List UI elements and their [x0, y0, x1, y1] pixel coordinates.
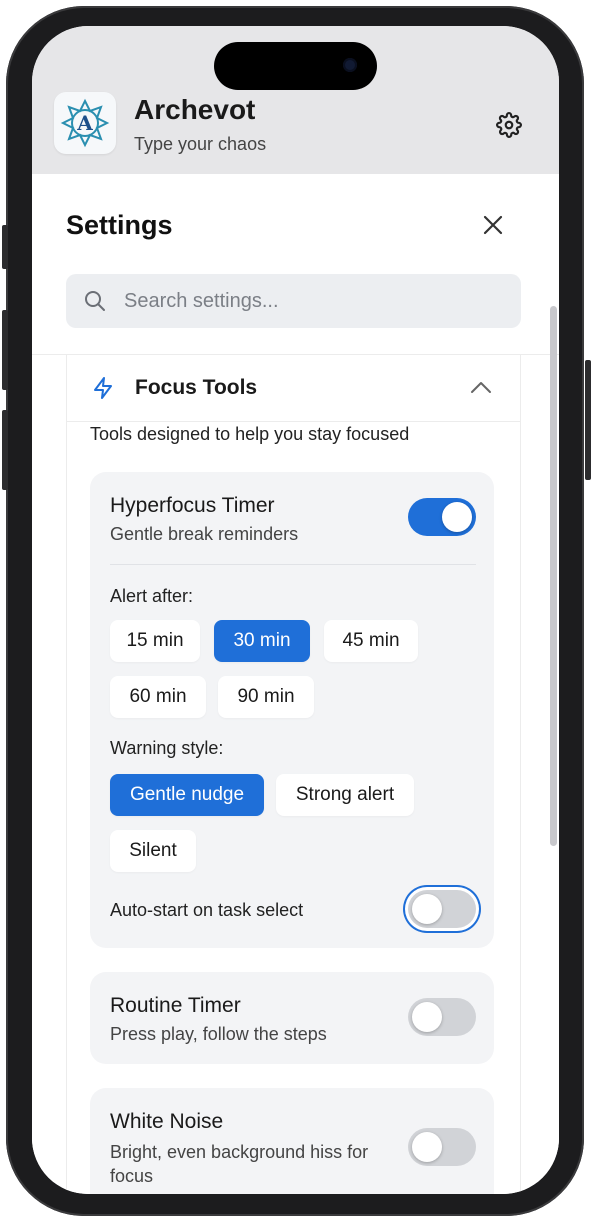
focus-tools-header[interactable]: Focus Tools — [67, 354, 520, 422]
camera-icon — [343, 58, 357, 72]
power-button — [585, 360, 591, 480]
close-icon[interactable] — [480, 212, 506, 238]
toggle-knob — [412, 1132, 442, 1162]
alert-option-60[interactable]: 60 min — [110, 676, 206, 718]
section-title: Focus Tools — [135, 376, 258, 399]
toggle-knob — [442, 502, 472, 532]
alert-option-90[interactable]: 90 min — [218, 676, 314, 718]
divider — [110, 564, 476, 565]
alert-option-45[interactable]: 45 min — [324, 620, 418, 662]
hyperfocus-subtitle: Gentle break reminders — [110, 524, 299, 544]
routine-subtitle: Press play, follow the steps — [110, 1024, 327, 1044]
hyperfocus-title: Hyperfocus Timer — [110, 494, 275, 517]
routine-title: Routine Timer — [110, 994, 241, 1017]
volume-down-button — [2, 410, 8, 490]
autostart-label: Auto-start on task select — [110, 900, 304, 920]
warning-option-gentle[interactable]: Gentle nudge — [110, 774, 264, 816]
action-button — [2, 225, 8, 269]
warning-option-silent[interactable]: Silent — [110, 830, 196, 872]
routine-card: Routine Timer Press play, follow the ste… — [90, 972, 494, 1064]
dynamic-island — [214, 42, 377, 90]
settings-title: Settings — [66, 210, 173, 240]
white-noise-subtitle: Bright, even background hiss for focus — [110, 1142, 369, 1186]
hyperfocus-card: Hyperfocus Timer Gentle break reminders … — [90, 472, 494, 948]
white-noise-toggle[interactable] — [408, 1128, 476, 1166]
section-description: Tools designed to help you stay focused — [90, 424, 410, 444]
white-noise-title: White Noise — [110, 1110, 224, 1133]
app-logo-icon: A — [54, 92, 116, 154]
search-input[interactable] — [124, 289, 504, 313]
alert-after-label: Alert after: — [110, 586, 194, 606]
settings-panel: Settings Focus T — [32, 174, 559, 1194]
scrollbar[interactable] — [550, 306, 557, 846]
warning-option-strong[interactable]: Strong alert — [276, 774, 414, 816]
volume-up-button — [2, 310, 8, 390]
app-tagline: Type your chaos — [134, 134, 267, 154]
search-icon — [84, 289, 108, 313]
toggle-knob — [412, 1002, 442, 1032]
white-noise-card: White Noise Bright, even background hiss… — [90, 1088, 494, 1194]
chevron-up-icon[interactable] — [467, 374, 495, 402]
toggle-knob — [412, 894, 442, 924]
warning-style-label: Warning style: — [110, 738, 224, 758]
bolt-icon — [91, 376, 115, 400]
alert-option-30[interactable]: 30 min — [214, 620, 310, 662]
search-box — [66, 274, 521, 328]
phone-screen: A Archevot Type your chaos Settings Sear… — [32, 26, 559, 1194]
app-title: Archevot — [134, 94, 256, 125]
gear-icon[interactable] — [494, 110, 524, 140]
svg-text:A: A — [76, 111, 93, 135]
autostart-toggle[interactable] — [408, 890, 476, 928]
hyperfocus-toggle[interactable] — [408, 498, 476, 536]
routine-toggle[interactable] — [408, 998, 476, 1036]
alert-option-15[interactable]: 15 min — [110, 620, 200, 662]
